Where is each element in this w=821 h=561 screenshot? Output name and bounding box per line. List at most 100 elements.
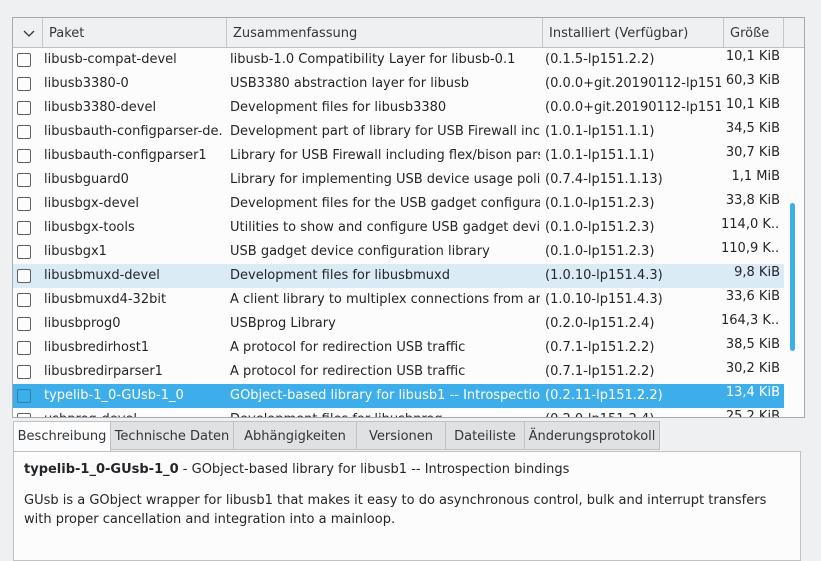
package-version: (1.0.10-lp151.4.3)	[545, 268, 663, 283]
install-checkbox[interactable]	[17, 149, 31, 163]
package-size: 1,1 MiB	[731, 169, 780, 184]
table-row[interactable]: libusbredirhost1 A protocol for redirecti…	[13, 336, 784, 360]
description-text: GUsb is a GObject wrapper for libusb1 th…	[24, 493, 767, 527]
table-row[interactable]: libusbgx-tools Utilities to show and conf…	[13, 216, 784, 240]
package-size: 9,8 KiB	[734, 265, 780, 280]
install-checkbox[interactable]	[17, 245, 31, 259]
install-checkbox[interactable]	[17, 389, 31, 403]
package-name: libusbgx-tools	[44, 220, 135, 235]
package-summary: Development files for libusbmuxd	[230, 268, 450, 283]
table-row[interactable]: libusb-compat-devel libusb-1.0 Compatibil…	[13, 48, 784, 72]
package-summary: Utilities to show and configure USB gadg…	[230, 220, 540, 235]
package-name: libusbredirhost1	[44, 340, 150, 355]
package-size: 114,0 K...	[721, 217, 780, 232]
package-version: (1.0.1-lp151.1.1)	[545, 124, 655, 139]
tab-3[interactable]: Versionen	[356, 421, 446, 450]
column-header-summary[interactable]: Zusammenfassung	[227, 18, 543, 47]
tab-2[interactable]: Abhängigkeiten	[233, 421, 357, 450]
package-version: (0.2.0-lp151.2.4)	[545, 408, 721, 417]
table-row[interactable]: libusbmuxd-devel Development files for li…	[13, 264, 784, 288]
package-summary: A protocol for redirection USB traffic	[230, 340, 466, 355]
description-panel: typelib-1_0-GUsb-1_0 - GObject-based lib…	[13, 451, 801, 561]
package-version: (0.0.0+git.20190112-lp151....	[545, 100, 721, 115]
package-version: (0.2.0-lp151.2.4)	[545, 316, 655, 331]
package-size: 33,6 KiB	[725, 289, 780, 304]
package-size: 164,3 K...	[721, 313, 780, 328]
package-name: libusbauth-configparser1	[44, 148, 207, 163]
package-name: usbprog-devel	[44, 408, 224, 417]
package-summary: A client library to multiplex connection…	[230, 292, 540, 307]
package-size: 13,4 KiB	[725, 385, 780, 400]
install-checkbox[interactable]	[17, 125, 31, 139]
tab-1[interactable]: Technische Daten	[110, 421, 234, 450]
package-name: libusb-compat-devel	[44, 52, 177, 67]
package-size: 110,9 K...	[721, 241, 780, 256]
install-checkbox[interactable]	[17, 365, 31, 379]
install-checkbox[interactable]	[17, 413, 31, 417]
chevron-down-icon	[23, 30, 35, 37]
package-size: 25,2 KiB	[725, 409, 780, 418]
install-checkbox[interactable]	[17, 77, 31, 91]
package-summary: USB gadget device configuration library	[230, 244, 490, 259]
table-row[interactable]: usbprog-devel Development files for libus…	[13, 408, 784, 418]
package-summary: USBprog Library	[230, 316, 336, 331]
package-version: (0.1.0-lp151.2.3)	[545, 196, 655, 211]
package-table: Paket Zusammenfassung Installiert (Verfü…	[12, 17, 805, 418]
package-version: (0.7.4-lp151.1.13)	[545, 172, 663, 187]
tab-5[interactable]: Änderungsprotokoll	[524, 421, 660, 450]
table-row[interactable]: libusbgx1 USB gadget device configuration…	[13, 240, 784, 264]
package-summary: Library for USB Firewall including flex/…	[230, 148, 540, 163]
package-name: libusbredirparser1	[44, 364, 163, 379]
install-checkbox[interactable]	[17, 293, 31, 307]
package-name: libusb3380-0	[44, 76, 129, 91]
package-summary: USB3380 abstraction layer for libusb	[230, 76, 469, 91]
install-checkbox[interactable]	[17, 317, 31, 331]
package-summary: Development files for libusbprog	[230, 408, 540, 417]
tab-0[interactable]: Beschreibung	[13, 421, 111, 452]
package-version: (0.2.11-lp151.2.2)	[545, 388, 663, 403]
table-row[interactable]: libusbauth-configparser1 Library for USB …	[13, 144, 784, 168]
column-header-package[interactable]: Paket	[43, 18, 227, 47]
install-checkbox[interactable]	[17, 197, 31, 211]
column-header-size[interactable]: Größe	[724, 18, 784, 47]
package-summary: A protocol for redirection USB traffic	[230, 364, 466, 379]
description-package-name: typelib-1_0-GUsb-1_0	[24, 462, 179, 477]
package-version: (0.1.0-lp151.2.3)	[545, 244, 655, 259]
table-row[interactable]: libusbredirparser1 A protocol for redirec…	[13, 360, 784, 384]
package-summary: GObject-based library for libusb1 -- Int…	[230, 388, 540, 403]
package-summary: Library for implementing USB device usag…	[230, 172, 540, 187]
table-row[interactable]: libusbprog0 USBprog Library (0.2.0-lp151.2…	[13, 312, 784, 336]
table-row[interactable]: libusbgx-devel Development files for the …	[13, 192, 784, 216]
package-name: libusbguard0	[44, 172, 129, 187]
package-size: 34,5 KiB	[725, 121, 780, 136]
tab-4[interactable]: Dateiliste	[445, 421, 525, 450]
package-version: (0.7.1-lp151.2.2)	[545, 364, 655, 379]
package-name: libusb3380-devel	[44, 100, 157, 115]
table-row[interactable]: libusb3380-0 USB3380 abstraction layer fo…	[13, 72, 784, 96]
install-checkbox[interactable]	[17, 53, 31, 67]
package-name: typelib-1_0-GUsb-1_0	[44, 388, 184, 403]
package-version: (0.7.1-lp151.2.2)	[545, 340, 655, 355]
table-row[interactable]: libusbguard0 Library for implementing USB…	[13, 168, 784, 192]
package-name: libusbauth-configparser-de...	[44, 124, 224, 139]
package-summary: libusb-1.0 Compatibility Layer for libus…	[230, 52, 516, 67]
package-size: 30,2 KiB	[725, 361, 780, 376]
scrollbar-thumb[interactable]	[790, 203, 795, 351]
table-row[interactable]: libusbauth-configparser-de... Development…	[13, 120, 784, 144]
table-row[interactable]: typelib-1_0-GUsb-1_0 GObject-based librar…	[13, 384, 784, 408]
install-checkbox[interactable]	[17, 173, 31, 187]
package-name: libusbprog0	[44, 316, 121, 331]
install-checkbox[interactable]	[17, 341, 31, 355]
package-summary: Development files for the USB gadget con…	[230, 196, 540, 211]
status-column-header[interactable]	[13, 18, 43, 47]
vertical-scrollbar[interactable]	[786, 48, 800, 417]
install-checkbox[interactable]	[17, 221, 31, 235]
column-header-version[interactable]: Installiert (Verfügbar)	[543, 18, 724, 47]
package-version: (0.0.0+git.20190112-lp151....	[545, 76, 721, 91]
package-size: 60,3 KiB	[725, 73, 780, 88]
detail-tabs: Beschreibung Technische Daten Abhängigkeit…	[13, 421, 660, 452]
table-row[interactable]: libusb3380-devel Development files for li…	[13, 96, 784, 120]
install-checkbox[interactable]	[17, 101, 31, 115]
install-checkbox[interactable]	[17, 269, 31, 283]
table-row[interactable]: libusbmuxd4-32bit A client library to mul…	[13, 288, 784, 312]
